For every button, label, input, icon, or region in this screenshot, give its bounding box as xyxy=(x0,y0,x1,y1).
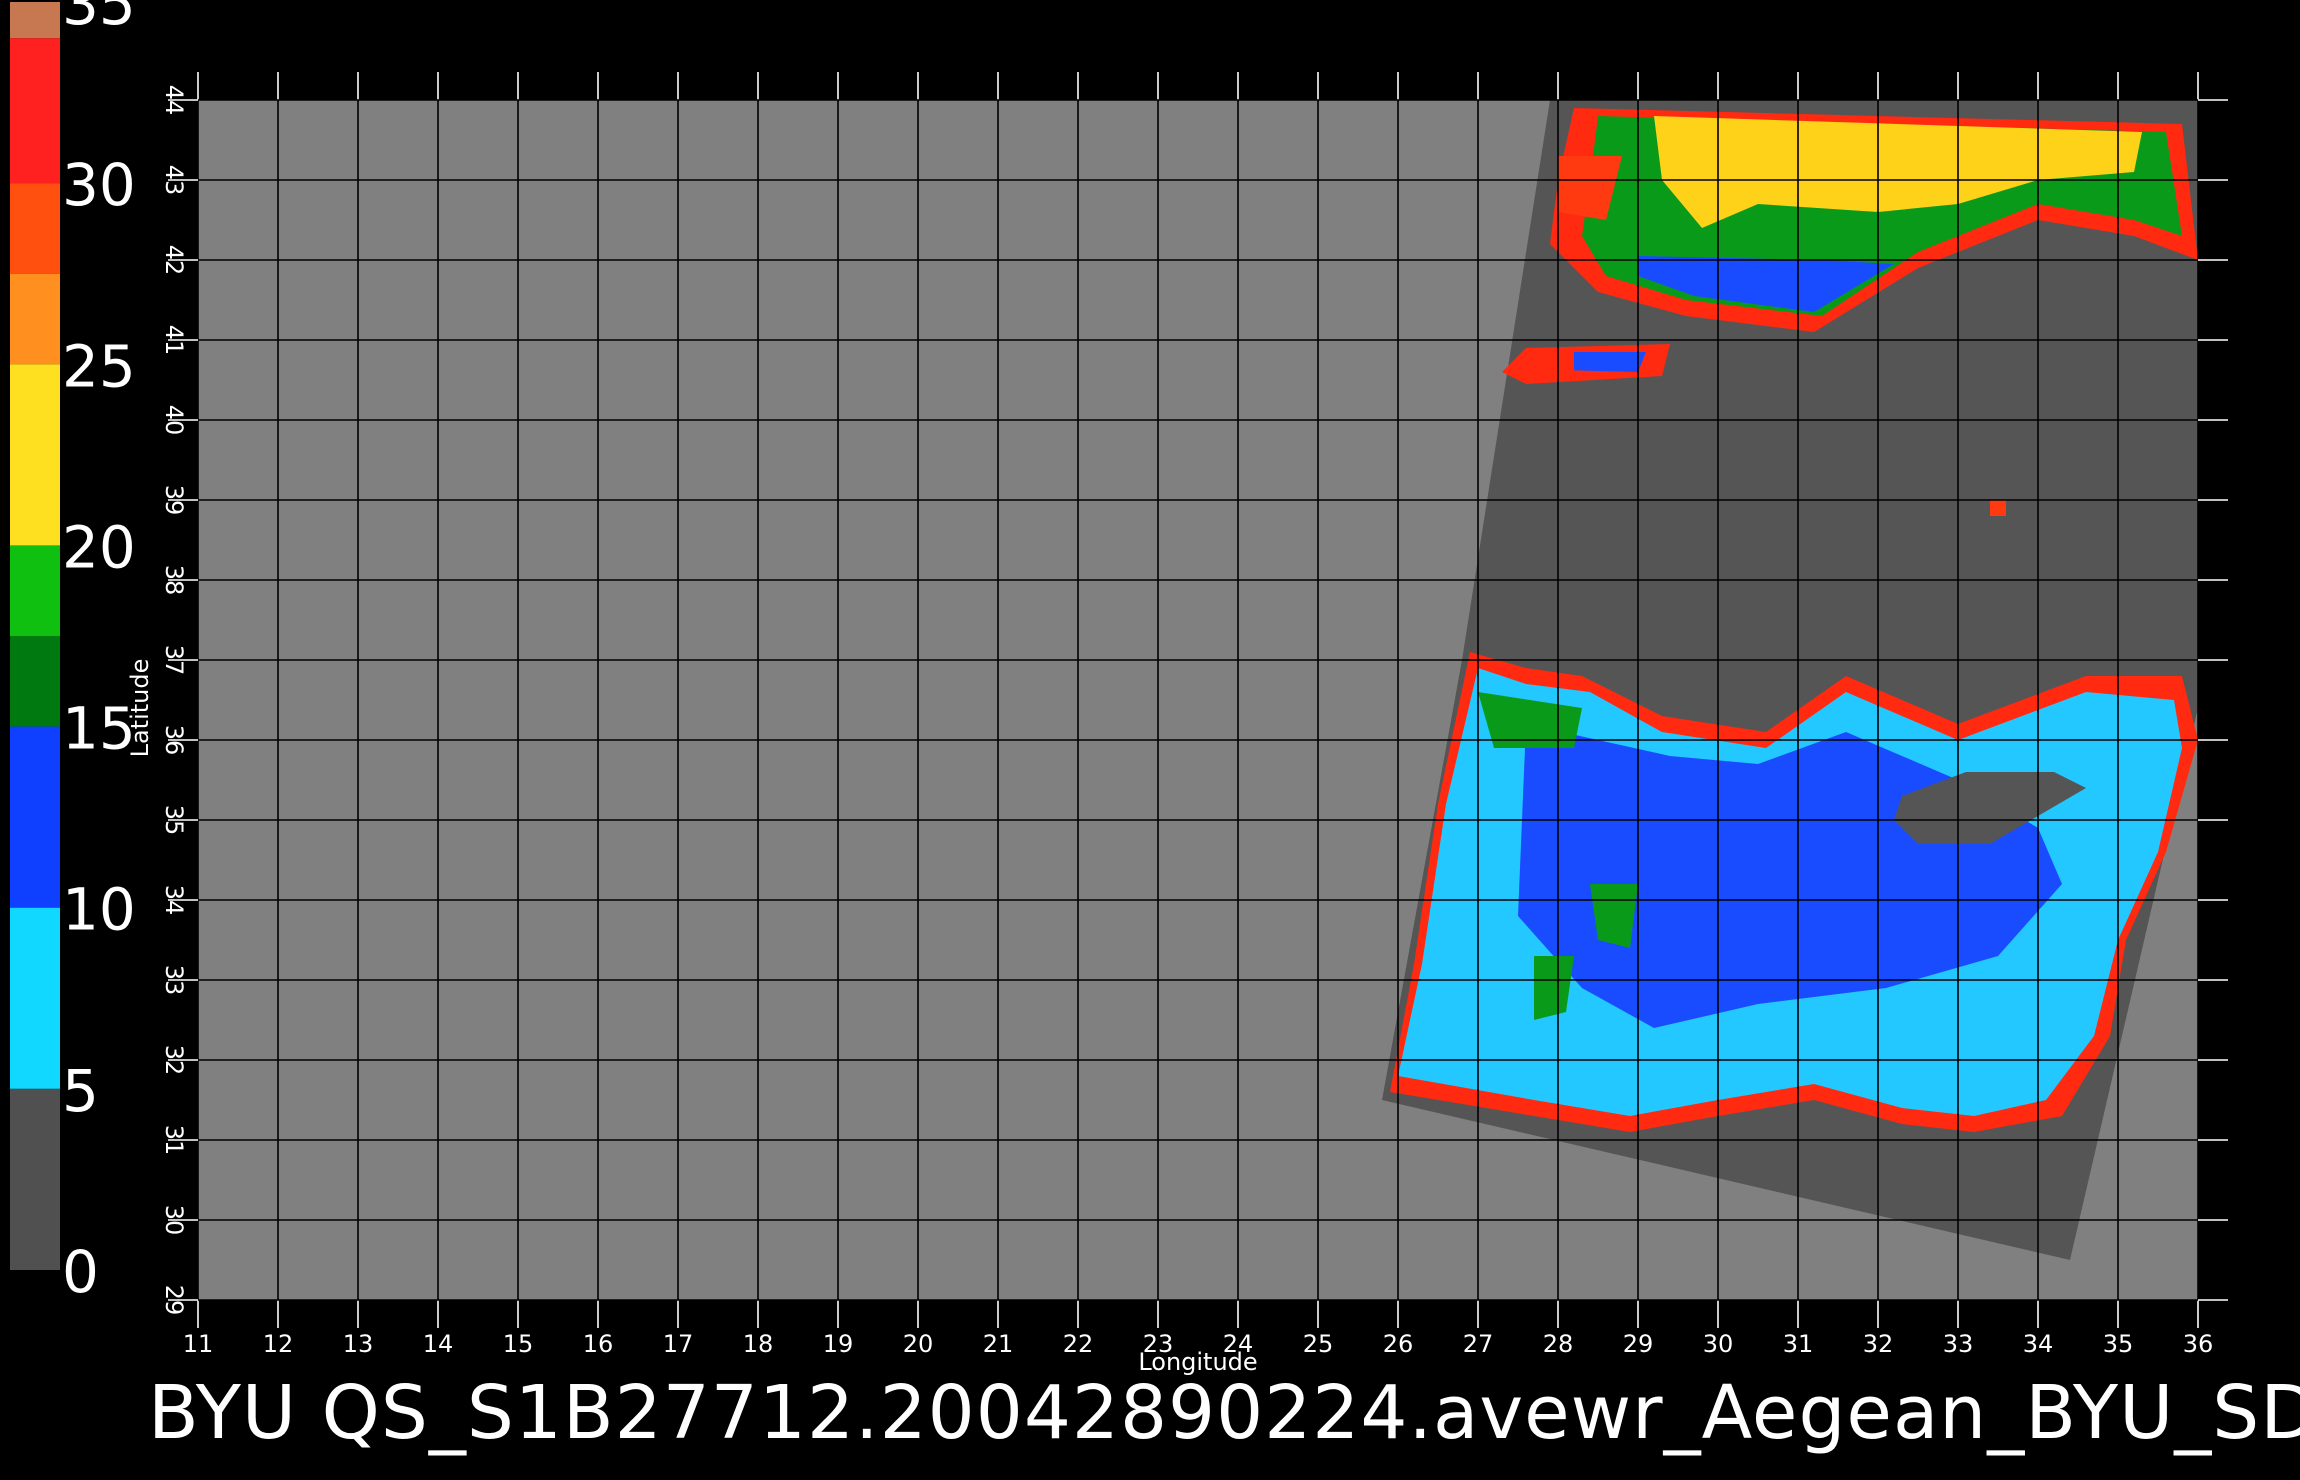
x-tick-label: 31 xyxy=(1783,1330,1814,1358)
y-tick-label: 33 xyxy=(160,965,188,996)
y-tick-label: 38 xyxy=(160,565,188,596)
colorbar-label: 20 xyxy=(62,513,136,581)
colorbar-label: 15 xyxy=(62,695,136,763)
x-tick-label: 12 xyxy=(263,1330,294,1358)
y-tick-label: 31 xyxy=(160,1125,188,1156)
y-tick-label: 42 xyxy=(160,245,188,276)
x-tick-label: 27 xyxy=(1463,1330,1494,1358)
y-axis-ticks: 29 30 31 32 33 34 35 36 37 38 39 40 41 42 43 44 xyxy=(160,85,188,1316)
colorbar-label: 35 xyxy=(62,0,136,38)
colorbar-segment xyxy=(10,183,60,274)
colorbar-segment xyxy=(10,545,60,636)
x-tick-label: 35 xyxy=(2103,1330,2134,1358)
x-tick-label: 32 xyxy=(1863,1330,1894,1358)
small-patch-strong xyxy=(1990,500,2006,516)
y-tick-label: 36 xyxy=(160,725,188,756)
y-tick-label: 29 xyxy=(160,1285,188,1316)
colorbar-segment xyxy=(10,1088,60,1270)
colorbar-label: 5 xyxy=(62,1057,99,1125)
y-tick-label: 34 xyxy=(160,885,188,916)
x-tick-label: 17 xyxy=(663,1330,694,1358)
y-tick-label: 32 xyxy=(160,1045,188,1076)
x-tick-label: 19 xyxy=(823,1330,854,1358)
colorbar-segment xyxy=(10,364,60,546)
x-tick-label: 20 xyxy=(903,1330,934,1358)
colorbar-label: 0 xyxy=(62,1238,99,1306)
y-tick-label: 40 xyxy=(160,405,188,436)
x-tick-label: 33 xyxy=(1943,1330,1974,1358)
y-axis-label: Latitude xyxy=(126,659,154,758)
y-tick-label: 39 xyxy=(160,485,188,516)
y-tick-label: 30 xyxy=(160,1205,188,1236)
x-tick-label: 34 xyxy=(2023,1330,2054,1358)
y-tick-label: 44 xyxy=(160,85,188,116)
colorbar-segment xyxy=(10,2,60,39)
marmara-calm xyxy=(1574,352,1646,372)
y-tick-label: 43 xyxy=(160,165,188,196)
x-tick-label: 21 xyxy=(983,1330,1014,1358)
x-tick-label: 36 xyxy=(2183,1330,2214,1358)
colorbar-labels: 35 30 25 20 15 10 5 0 xyxy=(62,0,136,1306)
y-tick-label: 37 xyxy=(160,645,188,676)
colorbar-segment xyxy=(10,636,60,727)
colorbar-segment xyxy=(10,907,60,1089)
x-tick-label: 25 xyxy=(1303,1330,1334,1358)
colorbar-label: 25 xyxy=(62,332,136,400)
x-tick-label: 26 xyxy=(1383,1330,1414,1358)
wind-map-figure: 35 30 25 20 15 10 5 0 11 12 13 14 15 16 17 18 19 20 21 22 2… xyxy=(10,0,2228,1376)
x-tick-label: 18 xyxy=(743,1330,774,1358)
x-tick-label: 28 xyxy=(1543,1330,1574,1358)
colorbar-segment xyxy=(10,273,60,365)
x-tick-label: 13 xyxy=(343,1330,374,1358)
x-tick-label: 29 xyxy=(1623,1330,1654,1358)
colorbar-segment xyxy=(10,726,60,908)
colorbar-label: 30 xyxy=(62,151,136,219)
x-tick-label: 30 xyxy=(1703,1330,1734,1358)
x-tick-label: 14 xyxy=(423,1330,454,1358)
x-tick-label: 15 xyxy=(503,1330,534,1358)
y-tick-label: 41 xyxy=(160,325,188,356)
colorbar-label: 10 xyxy=(62,876,136,944)
colorbar-segment xyxy=(10,38,60,184)
x-tick-label: 11 xyxy=(183,1330,214,1358)
x-tick-label: 22 xyxy=(1063,1330,1094,1358)
image-caption: BYU QS_S1B27712.20042890224.avewr_Aegean… xyxy=(148,1370,2300,1456)
x-tick-label: 16 xyxy=(583,1330,614,1358)
colorbar xyxy=(10,2,60,1270)
y-tick-label: 35 xyxy=(160,805,188,836)
